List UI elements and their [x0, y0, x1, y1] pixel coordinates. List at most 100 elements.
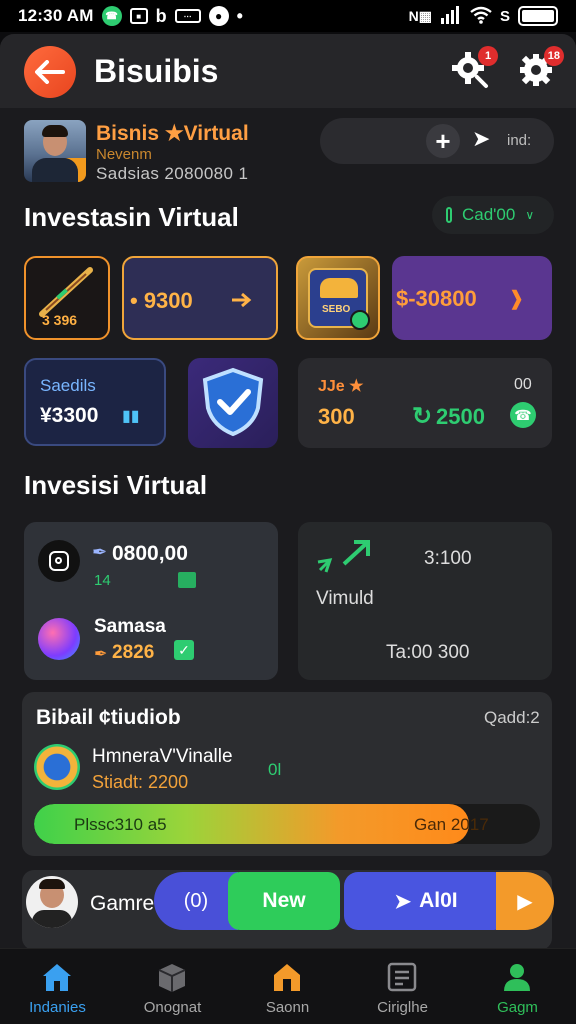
portfolio-name: Samasa — [94, 616, 166, 637]
nav-item-settings[interactable]: Ciriglhe — [345, 949, 460, 1024]
nav-item-profile[interactable]: Gagm — [460, 949, 575, 1024]
share-icon[interactable]: ➤ — [472, 126, 490, 152]
app-b-icon: b — [155, 5, 167, 26]
bottom-navigation: Indanies Onognat Saonn Ciriglhe Gagm — [0, 948, 576, 1024]
radio-button[interactable]: (0) — [154, 872, 238, 930]
house-icon — [274, 964, 300, 991]
card-balance-2[interactable]: $-30800 ❱ — [392, 256, 552, 340]
portfolio-value: 0800,00 — [112, 542, 188, 565]
chart-icon: ▮▮ — [122, 408, 140, 425]
message-icon: ⋯ — [174, 9, 201, 23]
notification-badge: 18 — [543, 46, 564, 66]
nav-item-shop[interactable]: Saonn — [230, 949, 345, 1024]
profile-section: Bisnis ★Virtual Nevenm Sadsias 2080080 1… — [22, 118, 562, 190]
card-chest[interactable]: SEBO — [296, 256, 380, 340]
check-icon: ✓ — [174, 640, 194, 660]
select-label: Cad'00 — [462, 205, 516, 224]
chest-icon: SEBO — [308, 268, 370, 330]
globe-icon — [38, 618, 80, 660]
battery-icon — [518, 6, 558, 26]
progress-bar[interactable]: Plssc310 a5 Gan 2017 — [34, 804, 540, 844]
search-settings-button[interactable]: 1 — [448, 46, 498, 92]
arrow-right-icon — [232, 292, 252, 308]
select-indicator-icon — [446, 207, 452, 223]
fire-icon: ❱ — [508, 288, 525, 310]
whatsapp-icon: ☎ — [510, 402, 536, 428]
notification-badge: 1 — [478, 46, 498, 66]
activity-item-stat: Stiadt: 2200 — [92, 772, 189, 792]
circle-icon: ● — [208, 6, 229, 26]
notification-icon: ■ — [129, 8, 148, 24]
trend-time: 3:100 — [424, 548, 472, 569]
play-all-label: Al0I — [419, 889, 458, 912]
activity-item-name: HmneraV'Vinalle — [92, 746, 233, 767]
nav-item-inventory[interactable]: Onognat — [115, 949, 230, 1024]
profile-subtitle: Nevenm — [96, 146, 152, 163]
currency-select[interactable]: Cad'00 ∨ — [432, 196, 554, 234]
home-icon — [43, 964, 71, 991]
activity-item-right: 0l — [268, 760, 282, 779]
box-icon — [158, 964, 186, 992]
play-arrow-icon: ▶ — [517, 890, 533, 913]
nav-label: Gagm — [497, 999, 538, 1016]
data-icon: S — [499, 7, 510, 25]
card-shield[interactable] — [188, 358, 278, 448]
action-pill: + ➤ ind: — [320, 118, 554, 164]
edit-icon: ✒ — [94, 646, 108, 663]
play-all-button[interactable]: ➤ Al0I — [344, 872, 508, 930]
nav-label: Onognat — [143, 999, 202, 1016]
card-value-2: 2500 — [436, 404, 485, 429]
coin-icon — [34, 744, 80, 790]
settings-button[interactable]: 18 — [514, 46, 564, 92]
add-button[interactable]: + — [426, 124, 460, 158]
next-button[interactable]: ▶ — [496, 872, 554, 930]
nav-label: Ciriglhe — [377, 999, 428, 1016]
activity-title: Bibail ¢tiudiob — [36, 706, 181, 729]
box-icon — [178, 572, 196, 588]
card-label: Saedils — [40, 376, 96, 395]
game-label: Gamre — [90, 892, 155, 915]
nfc-icon: N▦ — [408, 7, 432, 24]
shield-check-icon — [202, 367, 264, 437]
page-title: Bisuibis — [94, 53, 219, 89]
pill-text[interactable]: ind: — [507, 132, 531, 149]
portfolio-value-2: 2826 — [112, 642, 155, 663]
card-label: JJe ★ — [318, 378, 364, 395]
card-activity: Bibail ¢tiudiob Qadd:2 HmneraV'Vinalle S… — [22, 692, 552, 856]
edit-icon: ✒ — [92, 542, 108, 562]
back-button[interactable] — [24, 46, 76, 98]
chest-label: SEBO — [322, 304, 351, 315]
section-title-investasin: Investasin Virtual — [24, 202, 239, 232]
dot-icon: • — [236, 5, 243, 26]
avatar[interactable] — [24, 120, 86, 182]
card-balance-1[interactable]: • 9300 — [122, 256, 278, 340]
wifi-icon — [470, 6, 492, 27]
card-gold-item[interactable]: 3 396 — [24, 256, 110, 340]
profile-stats: Sadsias 2080080 1 — [96, 164, 249, 183]
nav-item-home[interactable]: Indanies — [0, 949, 115, 1024]
user-icon — [504, 964, 530, 991]
card-savings[interactable]: Saedils ¥3300 ▮▮ — [24, 358, 166, 446]
status-right: N▦ S — [408, 5, 558, 27]
card-value: 3 396 — [42, 312, 78, 328]
activity-right[interactable]: Qadd:2 — [484, 708, 540, 728]
card-right-label: 00 — [514, 376, 532, 393]
progress-label: Plssc310 a5 — [74, 815, 167, 834]
refresh-icon: ↻ — [412, 403, 433, 430]
nav-label: Saonn — [265, 999, 310, 1016]
action-button-group: (0) New ➤ Al0I ▶ — [154, 872, 554, 932]
back-arrow-icon — [35, 60, 65, 84]
card-stats[interactable]: JJe ★ 00 300 ↻ 2500 ☎ — [298, 358, 552, 448]
nav-label: Indanies — [29, 999, 86, 1016]
chevron-down-icon: ∨ — [525, 208, 535, 222]
avatar[interactable] — [26, 876, 78, 928]
card-trend[interactable]: 3:100 Vimuld Ta:00 300 — [298, 522, 552, 680]
whatsapp-icon: ☎ — [101, 6, 122, 26]
trend-up-icon — [317, 540, 370, 573]
new-button[interactable]: New — [228, 872, 340, 930]
card-value: $-30800 — [396, 286, 477, 311]
radio-label: (0) — [183, 889, 209, 912]
section-title-invesisi: Invesisi Virtual — [24, 470, 208, 500]
card-portfolio[interactable]: ✒ 0800,00 14 Samasa ✒ 2826 ✓ — [24, 522, 278, 680]
card-value: • 9300 — [130, 288, 193, 313]
